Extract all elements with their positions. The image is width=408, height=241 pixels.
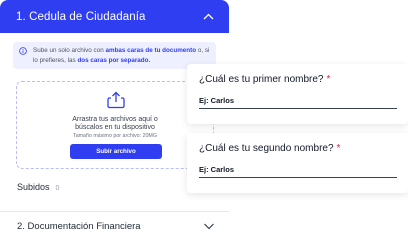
question-label: ¿Cuál es tu primer nombre? * [199,74,331,85]
question-card-first-name: ¿Cuál es tu primer nombre? * [187,64,408,124]
uploaded-section: Subidos 0 [17,182,59,192]
question-label: ¿Cuál es tu segundo nombre? * [199,143,341,154]
question-card-second-name: ¿Cuál es tu segundo nombre? * [187,133,408,193]
max-size-note: Tamaño máximo por archivo: 20MG [73,133,157,139]
first-name-input[interactable] [199,93,397,109]
uploaded-count: 0 [55,185,60,192]
required-mark: * [326,74,331,85]
info-text: Sube un solo archivo con ambas caras de … [33,47,210,64]
accordion-header-financiera[interactable]: 2. Documentación Financiera [17,221,141,232]
required-mark: * [336,143,341,154]
section-title: 1. Cedula de Ciudadanía [16,10,146,23]
upload-icon [107,91,125,109]
chevron-down-icon[interactable] [203,222,215,231]
uploaded-label: Subidos [17,182,50,192]
chevron-up-icon[interactable] [202,10,215,23]
info-banner: Sube un solo archivo con ambas caras de … [13,42,216,69]
accordion-header-cedula[interactable]: 1. Cedula de Ciudadanía [0,0,229,33]
file-dropzone[interactable]: Arrastra tus archivos aquí o búscalos en… [16,81,214,169]
dropzone-instruction-2: búscalos en tu dispositivo [75,124,155,131]
dropzone-instruction: Arrastra tus archivos aquí o [72,116,158,123]
upload-file-button[interactable]: Subir archivo [70,144,162,159]
second-name-input[interactable] [199,162,397,178]
info-icon [19,47,27,55]
divider [0,211,229,212]
